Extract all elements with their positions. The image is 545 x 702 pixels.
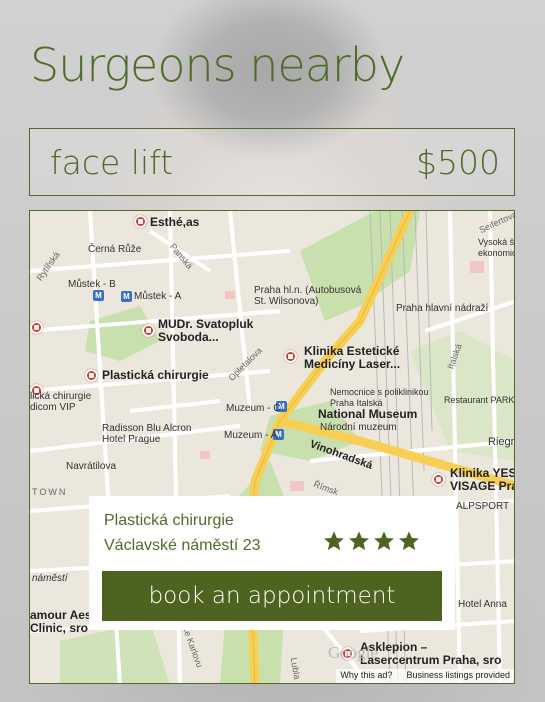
- page-title: Surgeons nearby: [30, 38, 405, 92]
- procedure-search-box[interactable]: face lift $500: [29, 128, 515, 196]
- map-label-vysoka: Vysoká š ekonomick: [478, 237, 515, 258]
- clinic-pin-left-1[interactable]: [30, 321, 43, 334]
- map-footer: Why this ad? Business listings provided: [336, 669, 514, 683]
- map-label-namesti: náměstí: [32, 573, 68, 584]
- metro-icon-mustek-a: M: [121, 291, 132, 302]
- map-label-town: TOWN: [32, 487, 68, 497]
- google-logo: Google: [328, 643, 379, 662]
- star-icon: [399, 531, 419, 551]
- clinic-pin-esthe[interactable]: [134, 215, 147, 228]
- map-label-alpsport: ALPSPORT: [456, 501, 510, 512]
- map-label-narodni-muzeum: Národní muzeum: [320, 422, 397, 433]
- clinic-pin-mudr[interactable]: [142, 324, 155, 337]
- map-label-hotel-anna: Hotel Anna: [458, 599, 507, 610]
- map-label-praha-hln: Praha hl.n. (Autobusová St. Wilsonova): [254, 285, 362, 307]
- clinic-info-popup[interactable]: Plastická chirurgie Václavské náměstí 23…: [89, 496, 455, 630]
- map-label-muzeum-c: Muzeum - C: [226, 403, 281, 414]
- map-label-radisson: Radisson Blu Alcron Hotel Prague: [102, 423, 192, 445]
- star-icon: [324, 531, 344, 551]
- map-label-navratilova: Navrátilova: [66, 461, 117, 472]
- map-label-cerna-ruze: Černá Růže: [88, 244, 142, 255]
- business-listings-link[interactable]: Business listings provided: [406, 670, 510, 682]
- star-icon: [374, 531, 394, 551]
- rating-stars: [323, 530, 420, 552]
- map-label-mustek-b: Můstek - B: [68, 279, 116, 290]
- map-label-muzeum-a: Muzeum - A: [224, 430, 278, 441]
- procedure-price: $500: [416, 142, 500, 182]
- map-label-plasticka-left: lická chirurgie dicom VIP: [30, 391, 92, 413]
- map-label-asklepion: Asklepion – Lasercentrum Praha, sro: [360, 640, 502, 667]
- star-icon: [349, 531, 369, 551]
- map-label-plasticka: Plastická chirurgie: [102, 368, 209, 382]
- map-label-klinika-yes: Klinika YES VISAGE Pra: [450, 466, 515, 493]
- clinic-pin-plasticka[interactable]: [85, 369, 98, 382]
- map-label-esthe: Esthé,as: [150, 215, 200, 229]
- clinic-name: Plastická chirurgie: [104, 512, 234, 529]
- clinic-pin-klinika-estet[interactable]: [284, 350, 297, 363]
- map-label-restaurant: Restaurant PARK C: [444, 395, 515, 405]
- map-label-mudr: MUDr. Svatopluk Svoboda...: [158, 317, 254, 344]
- map-label-klinika-estet: Klinika Estetické Medicíny Laser...: [304, 344, 401, 371]
- map-label-riegr: Riegr: [488, 436, 515, 448]
- why-this-ad-link[interactable]: Why this ad?: [340, 670, 392, 682]
- map-label-nemocnice: Nemocnice s poliklinikou Praha Italská: [330, 387, 429, 408]
- map-label-amour: amour Aest Clinic, sro: [30, 608, 96, 635]
- procedure-name[interactable]: face lift: [50, 143, 173, 182]
- map-label-praha-hlavni: Praha hlavní nádraží: [396, 303, 489, 314]
- clinic-pin-klinika-yes[interactable]: [432, 473, 445, 486]
- map-label-national-museum: National Museum: [318, 407, 418, 421]
- map-label-mustek-a: Můstek - A: [134, 291, 182, 302]
- metro-icon-mustek-b: M: [93, 290, 104, 301]
- book-appointment-button[interactable]: book an appointment: [102, 571, 442, 621]
- clinic-address: Václavské náměstí 23: [104, 537, 261, 554]
